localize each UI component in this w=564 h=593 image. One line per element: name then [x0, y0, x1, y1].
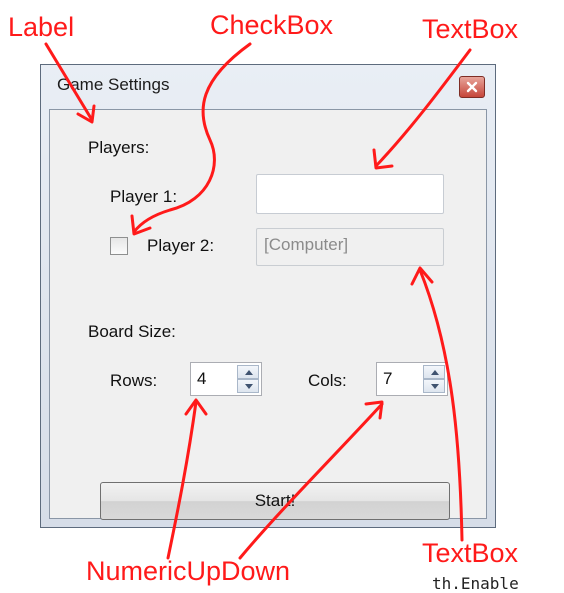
arrow-to-checkbox: [132, 42, 252, 234]
arrow-to-player1-textbox: [374, 48, 472, 168]
arrow-to-player2-textbox: [418, 268, 464, 542]
arrow-to-cols-numeric: [238, 402, 384, 560]
arrow-to-rows-numeric: [166, 400, 198, 560]
annotation-arrows: [44, 42, 472, 560]
arrow-to-label: [44, 42, 94, 122]
